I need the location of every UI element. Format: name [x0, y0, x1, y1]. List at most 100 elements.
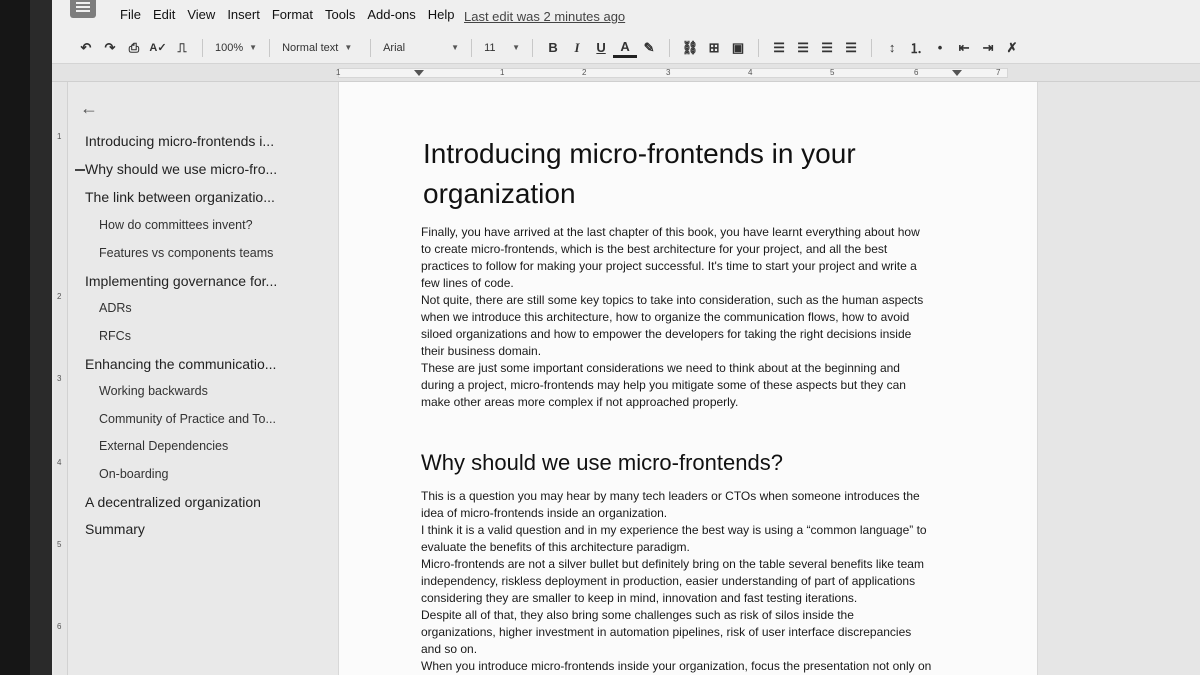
document-title: Introducing micro-frontends in your orga…: [423, 134, 983, 214]
toolbar-divider: [471, 38, 473, 57]
text-line: practices to follow for making your proj…: [421, 259, 917, 273]
text-line: Micro-frontends are not a silver bullet …: [421, 557, 924, 571]
text-line: Finally, you have arrived at the last ch…: [421, 225, 920, 239]
highlight-icon[interactable]: ✎: [637, 36, 661, 60]
link-icon[interactable]: ⛓: [678, 36, 702, 60]
spellcheck-icon[interactable]: A✓: [146, 36, 170, 60]
text-line: idea of micro-frontends inside an organi…: [421, 506, 668, 520]
bold-button[interactable]: B: [541, 36, 565, 60]
menu-bar: File Edit View Insert Format Tools Add-o…: [52, 0, 1200, 32]
menu-insert[interactable]: Insert: [221, 7, 266, 22]
menu-addons[interactable]: Add-ons: [361, 7, 421, 22]
text-line: Not quite, there are still some key topi…: [421, 293, 924, 307]
chevron-down-icon: ▼: [344, 43, 353, 52]
bezel-edge: [30, 0, 52, 675]
text-line: siloed organizations and how to empower …: [421, 327, 912, 341]
vertical-ruler[interactable]: 1 2 3 4 5 6: [54, 82, 68, 675]
redo-icon[interactable]: ↷: [98, 36, 122, 60]
toolbar-divider: [871, 38, 873, 57]
font-select[interactable]: Arial ▼: [379, 42, 463, 54]
outline-item[interactable]: Introducing micro-frontends i...: [85, 133, 274, 149]
paint-format-icon[interactable]: ⎍: [170, 36, 194, 60]
italic-button[interactable]: I: [565, 36, 589, 60]
document-page[interactable]: Introducing micro-frontends in your orga…: [338, 82, 1038, 675]
text-line: evaluate the benefits of this architectu…: [421, 540, 690, 554]
toolbar-divider: [758, 38, 760, 57]
outline-subitem[interactable]: ADRs: [99, 301, 132, 315]
undo-icon[interactable]: ↶: [74, 36, 98, 60]
increase-indent-icon[interactable]: ⇥: [976, 36, 1000, 60]
ruler-number: 1: [336, 68, 341, 77]
text-color-button[interactable]: A: [613, 38, 638, 58]
toolbar-divider: [370, 38, 372, 57]
outline-item[interactable]: Enhancing the communicatio...: [85, 356, 276, 372]
chevron-down-icon: ▼: [512, 43, 521, 52]
intro-paragraph: Finally, you have arrived at the last ch…: [421, 224, 981, 411]
toolbar-divider: [202, 38, 203, 57]
menu-edit[interactable]: Edit: [147, 7, 181, 22]
vruler-number: 6: [57, 622, 62, 631]
ruler-number: 2: [582, 68, 587, 77]
outline-item[interactable]: The link between organizatio...: [85, 189, 275, 205]
ruler-number: 3: [666, 68, 671, 77]
vruler-number: 4: [57, 458, 62, 467]
docs-logo-icon[interactable]: [70, 0, 96, 18]
vruler-number: 2: [57, 292, 62, 301]
outline-subitem[interactable]: How do committees invent?: [99, 218, 253, 232]
menu-tools[interactable]: Tools: [319, 7, 361, 22]
font-size-value: 11: [484, 41, 496, 54]
align-right-icon[interactable]: ☰: [815, 36, 839, 60]
menu-view[interactable]: View: [181, 7, 221, 22]
vruler-number: 1: [57, 132, 62, 141]
horizontal-ruler[interactable]: 1 1 2 3 4 5 6 7: [52, 64, 1200, 82]
back-arrow-icon[interactable]: ←: [80, 98, 98, 119]
align-center-icon[interactable]: ☰: [791, 36, 815, 60]
document-outline: ← Introducing micro-frontends i... Why s…: [70, 82, 320, 675]
menu-help[interactable]: Help: [422, 7, 461, 22]
outline-item[interactable]: Summary: [85, 521, 145, 537]
style-value: Normal text: [282, 41, 339, 54]
text-line: and so on.: [421, 642, 478, 656]
last-edit-link[interactable]: Last edit was 2 minutes ago: [464, 9, 625, 24]
bulleted-list-icon[interactable]: •: [928, 36, 952, 60]
indent-marker[interactable]: [414, 70, 424, 76]
insert-image-icon[interactable]: ▣: [726, 36, 750, 60]
outline-subitem[interactable]: RFCs: [99, 329, 131, 343]
outline-item[interactable]: Implementing governance for...: [85, 273, 277, 289]
add-comment-icon[interactable]: ⊞: [702, 36, 726, 60]
text-line: organizations, higher investment in auto…: [421, 625, 912, 639]
zoom-select[interactable]: 100% ▼: [211, 42, 261, 54]
clear-formatting-icon[interactable]: ✗: [1000, 36, 1024, 60]
outline-subitem[interactable]: External Dependencies: [99, 439, 228, 453]
align-left-icon[interactable]: ☰: [767, 36, 791, 60]
style-select[interactable]: Normal text ▼: [278, 42, 362, 54]
font-size-select[interactable]: 11 ▼: [480, 42, 524, 54]
print-icon[interactable]: ⎙: [122, 36, 146, 60]
outline-item-active[interactable]: Why should we use micro-fro...: [75, 161, 278, 177]
ruler-number: 5: [830, 68, 835, 77]
current-heading-indicator: [75, 169, 85, 171]
outline-subitem[interactable]: Community of Practice and To...: [99, 412, 276, 426]
text-line: when we introduce this architecture, how…: [421, 310, 910, 324]
underline-button[interactable]: U: [589, 36, 613, 60]
outline-item-label: Why should we use micro-fro...: [85, 161, 278, 177]
chevron-down-icon: ▼: [451, 43, 460, 52]
outline-subitem[interactable]: Working backwards: [99, 384, 208, 398]
align-justify-icon[interactable]: ☰: [839, 36, 863, 60]
title-line: Introducing micro-frontends in your: [423, 138, 856, 169]
ruler-number: 7: [996, 68, 1001, 77]
section-heading: Why should we use micro-frontends?: [421, 450, 783, 475]
text-line: considering they are smaller to keep in …: [421, 591, 858, 605]
docs-app: File Edit View Insert Format Tools Add-o…: [52, 0, 1200, 675]
outline-subitem[interactable]: Features vs components teams: [99, 246, 273, 260]
text-line: few lines of code.: [421, 276, 514, 290]
title-line: organization: [423, 178, 576, 209]
menu-format[interactable]: Format: [266, 7, 319, 22]
numbered-list-icon[interactable]: ⒈: [904, 36, 928, 60]
menu-file[interactable]: File: [114, 7, 147, 22]
outline-item[interactable]: A decentralized organization: [85, 494, 261, 510]
outline-subitem[interactable]: On-boarding: [99, 467, 169, 481]
decrease-indent-icon[interactable]: ⇤: [952, 36, 976, 60]
line-spacing-icon[interactable]: ↕: [880, 36, 904, 60]
right-margin-marker[interactable]: [952, 70, 962, 76]
